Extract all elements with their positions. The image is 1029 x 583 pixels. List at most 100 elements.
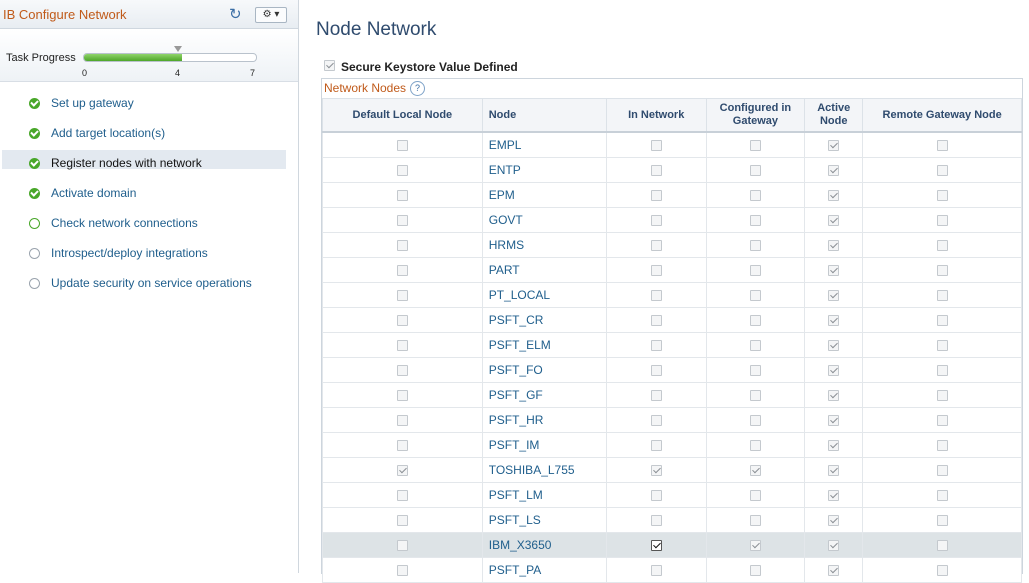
default-local-node-cell [322, 157, 483, 183]
table-row[interactable]: GOVT [322, 207, 1022, 233]
step-label: Activate domain [51, 186, 137, 200]
step-item[interactable]: Register nodes with network [0, 150, 298, 181]
in-network-checkbox [650, 415, 662, 427]
configured-in-gateway-cell [705, 131, 806, 158]
table-row[interactable]: TOSHIBA_L755 [322, 457, 1022, 483]
table-row[interactable]: PSFT_FO [322, 357, 1022, 383]
node-name[interactable]: ENTP [481, 157, 607, 183]
step-item[interactable]: Set up gateway [0, 91, 298, 121]
node-name[interactable]: EPM [481, 182, 607, 208]
node-name[interactable]: PART [481, 257, 607, 283]
configured-in-gateway-checkbox [749, 390, 761, 402]
configured-in-gateway-checkbox [749, 140, 761, 152]
in-network-checkbox[interactable] [650, 540, 662, 552]
remote-gateway-node-checkbox [936, 315, 948, 327]
node-name[interactable]: PT_LOCAL [481, 282, 607, 308]
table-row[interactable]: PSFT_GF [322, 382, 1022, 408]
node-name[interactable]: PSFT_LS [481, 507, 607, 533]
node-name[interactable]: PSFT_CR [481, 307, 607, 333]
help-icon[interactable]: ? [410, 81, 426, 96]
remote-gateway-node-cell [862, 482, 1022, 508]
in-network-checkbox [650, 565, 662, 577]
default-local-node-checkbox [396, 315, 408, 327]
table-row[interactable]: PSFT_LM [322, 482, 1022, 508]
default-local-node-cell [322, 307, 483, 333]
configured-in-gateway-checkbox [749, 540, 761, 552]
active-node-checkbox [828, 515, 840, 527]
remote-gateway-node-cell [862, 131, 1022, 158]
node-name[interactable]: IBM_X3650 [481, 532, 607, 558]
step-item[interactable]: Update security on service operations [0, 271, 298, 301]
step-item[interactable]: Check network connections [0, 211, 298, 241]
in-network-cell [605, 332, 707, 358]
column-header[interactable]: Configured in Gateway [705, 98, 806, 133]
table-row[interactable]: PSFT_IM [322, 432, 1022, 458]
table-row[interactable]: PSFT_ELM [322, 332, 1022, 358]
table-row[interactable]: PT_LOCAL [322, 282, 1022, 308]
default-local-node-checkbox [396, 165, 408, 177]
active-node-cell [804, 457, 864, 483]
node-name[interactable]: PSFT_FO [481, 357, 607, 383]
grid-caption-text: Network Nodes [324, 81, 407, 95]
node-name[interactable]: PSFT_IM [481, 432, 607, 458]
remote-gateway-node-cell [862, 457, 1022, 483]
column-header[interactable]: In Network [605, 98, 707, 133]
step-label: Check network connections [51, 216, 198, 230]
configured-in-gateway-checkbox [749, 515, 761, 527]
refresh-icon[interactable]: ↻ [229, 5, 242, 23]
node-name[interactable]: PSFT_LM [481, 482, 607, 508]
table-row[interactable]: EMPL [322, 131, 1022, 158]
active-node-checkbox [828, 215, 840, 227]
table-row[interactable]: PSFT_LS [322, 507, 1022, 533]
remote-gateway-node-checkbox [936, 365, 948, 377]
column-header[interactable]: Remote Gateway Node [862, 98, 1022, 133]
active-node-cell [804, 432, 864, 458]
active-node-cell [804, 407, 864, 433]
active-node-checkbox [828, 240, 840, 252]
remote-gateway-node-cell [862, 407, 1022, 433]
in-network-cell [605, 182, 707, 208]
table-row[interactable]: HRMS [322, 232, 1022, 258]
default-local-node-cell [322, 507, 483, 533]
column-header[interactable]: Node [481, 98, 607, 133]
step-label: Introspect/deploy integrations [51, 246, 208, 260]
configured-in-gateway-checkbox [749, 490, 761, 502]
configured-in-gateway-cell [705, 557, 806, 583]
node-name[interactable]: PSFT_HR [481, 407, 607, 433]
node-name[interactable]: EMPL [481, 131, 607, 158]
default-local-node-checkbox [396, 390, 408, 402]
step-label: Register nodes with network [51, 156, 202, 170]
remote-gateway-node-checkbox [936, 390, 948, 402]
column-header[interactable]: Default Local Node [322, 98, 483, 133]
table-row[interactable]: PSFT_HR [322, 407, 1022, 433]
in-network-checkbox [650, 465, 662, 477]
node-name[interactable]: PSFT_GF [481, 382, 607, 408]
configured-in-gateway-cell [705, 207, 806, 233]
remote-gateway-node-checkbox [936, 240, 948, 252]
node-name[interactable]: PSFT_PA [481, 557, 607, 583]
table-row[interactable]: PSFT_PA [322, 557, 1022, 583]
table-row[interactable]: ENTP [322, 157, 1022, 183]
table-row[interactable]: PART [322, 257, 1022, 283]
step-item[interactable]: Introspect/deploy integrations [0, 241, 298, 271]
node-name[interactable]: PSFT_ELM [481, 332, 607, 358]
column-header[interactable]: Active Node [804, 98, 864, 133]
table-row[interactable]: IBM_X3650 [322, 532, 1022, 558]
step-item[interactable]: Add target location(s) [0, 121, 298, 151]
gear-menu-button[interactable]: ⚙ ▾ [255, 7, 287, 23]
remote-gateway-node-cell [862, 232, 1022, 258]
keystore-checkbox[interactable] [324, 60, 335, 71]
remote-gateway-node-checkbox [936, 490, 948, 502]
step-complete-icon [29, 128, 40, 139]
active-node-cell [804, 232, 864, 258]
configured-in-gateway-cell [705, 507, 806, 533]
node-name[interactable]: TOSHIBA_L755 [481, 457, 607, 483]
node-name[interactable]: GOVT [481, 207, 607, 233]
step-item[interactable]: Activate domain [0, 181, 298, 211]
configured-in-gateway-checkbox [749, 415, 761, 427]
table-row[interactable]: PSFT_CR [322, 307, 1022, 333]
configured-in-gateway-cell [705, 307, 806, 333]
configured-in-gateway-checkbox [749, 440, 761, 452]
node-name[interactable]: HRMS [481, 232, 607, 258]
table-row[interactable]: EPM [322, 182, 1022, 208]
